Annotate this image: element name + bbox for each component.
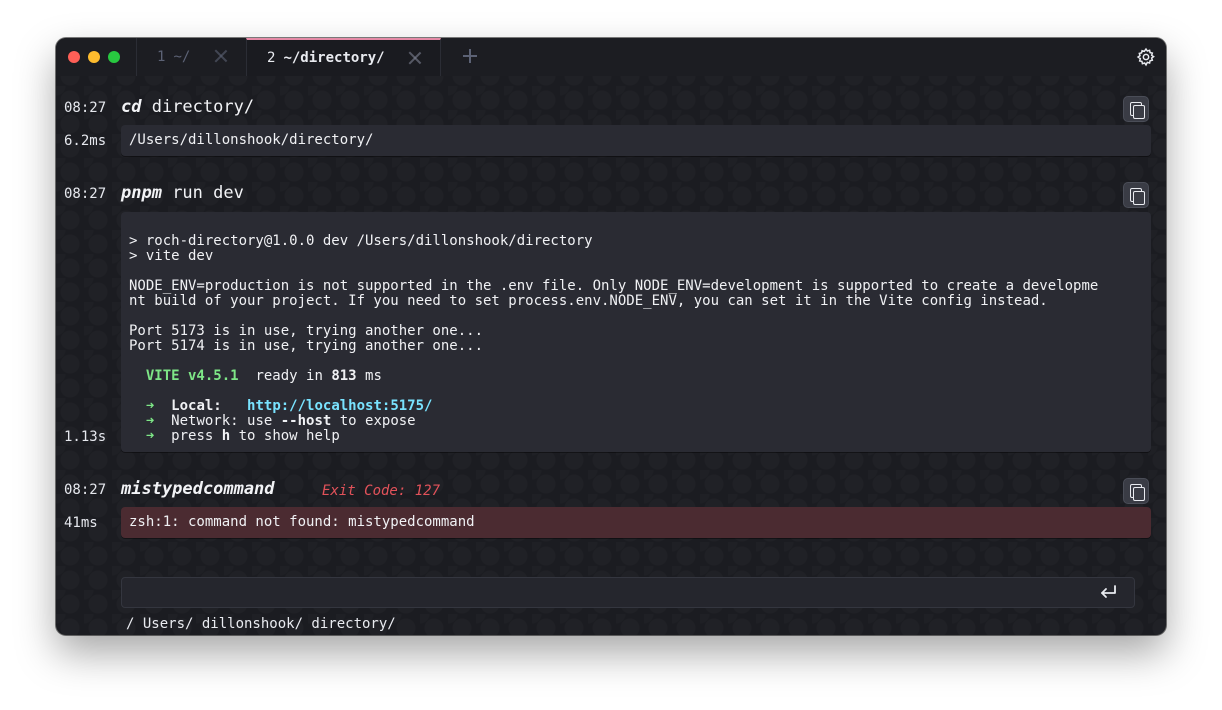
plus-icon[interactable]	[461, 47, 479, 65]
output-line: nt build of your project. If you need to…	[129, 293, 1048, 309]
ready-unit: ms	[365, 368, 382, 384]
tab-label: ~/	[173, 49, 191, 65]
copy-icon[interactable]	[1123, 478, 1149, 504]
block-command: cd directory/	[121, 97, 254, 117]
arrow-icon: ➜	[145, 428, 155, 444]
output-line: ​	[129, 264, 1143, 279]
current-directory: / Users/ dillonshook/ directory/	[126, 616, 396, 632]
enter-icon[interactable]	[1098, 584, 1118, 602]
tab-bar: 1 ~/ 2 ~/directory/	[56, 38, 1166, 76]
block-output: > roch-directory@1.0.0 dev /Users/dillon…	[121, 212, 1151, 452]
command-input[interactable]	[121, 577, 1135, 608]
output-line: > vite dev	[129, 248, 214, 264]
copy-icon[interactable]	[1123, 182, 1149, 208]
tab-number: 2	[267, 50, 276, 66]
copy-icon[interactable]	[1123, 96, 1149, 122]
ready-text: ready in	[255, 368, 323, 384]
command-args: run dev	[161, 183, 244, 203]
output-line: ​	[129, 384, 1143, 399]
block-output: /Users/dillonshook/directory/	[121, 125, 1151, 156]
block-timestamp: 08:27	[64, 482, 107, 498]
close-icon[interactable]	[214, 49, 228, 63]
zoom-window-button[interactable]	[108, 51, 120, 63]
block-duration: 41ms	[64, 515, 98, 531]
vite-version: VITE v4.5.1	[145, 368, 239, 384]
network-suffix: to expose	[331, 413, 416, 429]
block-command: mistypedcommand	[121, 479, 275, 499]
block-timestamp: 08:27	[64, 186, 107, 202]
output-line: Port 5173 is in use, trying another one.…	[129, 323, 484, 339]
output-line: NODE_ENV=production is not supported in …	[129, 278, 1099, 294]
block-duration: 6.2ms	[64, 133, 107, 149]
vite-ready-line: VITE v4.5.1 ready in 813 ms	[129, 369, 1143, 384]
block-command: pnpm run dev	[121, 183, 244, 203]
block-timestamp: 08:27	[64, 100, 107, 116]
local-label: Local:	[171, 398, 222, 414]
block-duration: 1.13s	[64, 429, 107, 445]
command-name: cd	[121, 97, 142, 117]
output-line: ​	[129, 354, 1143, 369]
output-line: > roch-directory@1.0.0 dev /Users/dillon…	[129, 233, 593, 249]
arrow-icon: ➜	[145, 413, 155, 429]
close-window-button[interactable]	[68, 51, 80, 63]
help-line: ➜ press h to show help	[129, 429, 1143, 444]
block-output-error: zsh:1: command not found: mistypedcomman…	[121, 507, 1151, 538]
network-flag: --host	[280, 413, 332, 429]
ready-ms: 813	[331, 368, 357, 384]
tab-label: ~/directory/	[283, 50, 385, 66]
help-key: h	[221, 428, 231, 444]
local-url-link[interactable]: http://localhost:5175/	[247, 398, 432, 414]
output-line: ​	[129, 309, 1143, 324]
tab-number: 1	[157, 49, 166, 65]
close-icon[interactable]	[408, 51, 422, 65]
help-suffix: to show help	[230, 428, 340, 444]
minimize-window-button[interactable]	[88, 51, 100, 63]
exit-code-badge: Exit Code: 127	[322, 483, 441, 499]
terminal-window: 1 ~/ 2 ~/directory/ 08:27 cd directory/ …	[56, 38, 1166, 635]
command-name: mistypedcommand	[121, 479, 275, 499]
output-line: /Users/dillonshook/directory/	[129, 132, 374, 148]
command-name: pnpm	[121, 183, 162, 203]
network-line: ➜ Network: use --host to expose	[129, 414, 1143, 429]
output-line: Port 5174 is in use, trying another one.…	[129, 338, 484, 354]
tab-home[interactable]: 1 ~/	[136, 38, 246, 76]
arrow-icon: ➜	[145, 398, 155, 414]
tab-directory[interactable]: 2 ~/directory/	[246, 38, 441, 76]
help-text: press	[171, 428, 222, 444]
output-line: zsh:1: command not found: mistypedcomman…	[129, 514, 475, 530]
network-text: Network: use	[171, 413, 281, 429]
gear-icon[interactable]	[1136, 47, 1156, 67]
command-args: directory/	[141, 97, 255, 117]
local-line: ➜ Local: http://localhost:5175/	[129, 399, 1143, 414]
